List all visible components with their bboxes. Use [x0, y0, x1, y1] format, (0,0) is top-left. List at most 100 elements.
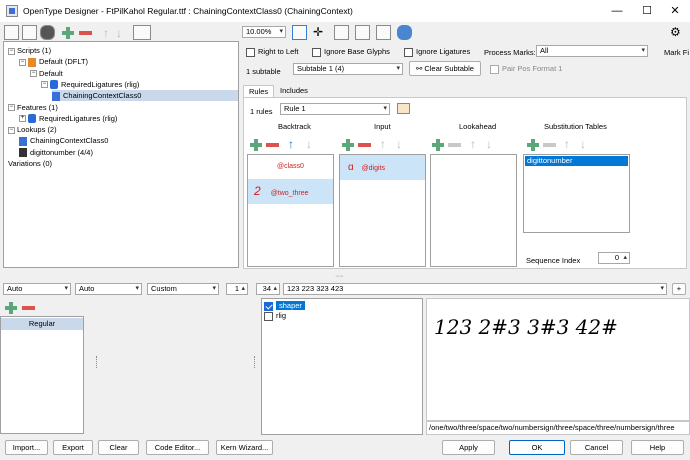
- feature-list[interactable]: shaper rlig: [261, 298, 423, 435]
- size-b-input[interactable]: 34 ▴: [256, 283, 280, 295]
- input-list[interactable]: ɑ @digits: [339, 154, 426, 267]
- app-icon: [6, 5, 18, 17]
- ignore-base-checkbox[interactable]: [312, 47, 321, 57]
- shaper-checkbox[interactable]: [264, 301, 273, 311]
- backtrack-remove-icon[interactable]: [266, 143, 279, 147]
- collapse-icon[interactable]: −: [8, 126, 15, 134]
- tree-item[interactable]: + RequiredLigatures (rlig): [19, 113, 117, 124]
- backtrack-add-icon[interactable]: [250, 139, 262, 151]
- list-icon[interactable]: [355, 25, 370, 40]
- backtrack-item-selected[interactable]: 2 @two_three: [248, 179, 333, 204]
- apply-button[interactable]: Apply: [442, 440, 495, 455]
- splitter-left[interactable]: [96, 356, 98, 368]
- tree-item[interactable]: − Features (1): [8, 102, 58, 113]
- binoculars-icon[interactable]: [40, 25, 55, 40]
- grid-icon[interactable]: [334, 25, 349, 40]
- fit-icon[interactable]: [292, 25, 307, 40]
- input-down-icon[interactable]: ↓: [396, 138, 402, 150]
- kern-wizard-button[interactable]: Kern Wizard...: [216, 440, 273, 455]
- clear-subtable-button[interactable]: ⚯ Clear Subtable: [409, 61, 481, 76]
- input-remove-icon[interactable]: [358, 143, 371, 147]
- subst-add-icon[interactable]: [527, 139, 539, 151]
- style-remove-icon[interactable]: [22, 306, 35, 310]
- ignore-base-option[interactable]: Ignore Base Glyphs: [312, 47, 390, 57]
- rule-edit-icon[interactable]: [397, 103, 410, 114]
- expand-icon[interactable]: +: [19, 115, 26, 123]
- view-menu-icon[interactable]: [133, 25, 151, 40]
- splitter-middle[interactable]: [254, 356, 256, 368]
- remove-icon[interactable]: [79, 30, 92, 35]
- collapse-icon[interactable]: −: [8, 104, 15, 112]
- tree-item[interactable]: − Scripts (1): [8, 45, 51, 56]
- tree-item[interactable]: Variations (0): [8, 158, 52, 169]
- tree-item[interactable]: − Default (DFLT): [19, 56, 88, 67]
- rlig-checkbox[interactable]: [264, 311, 273, 321]
- text-icon[interactable]: [376, 25, 391, 40]
- lookahead-list[interactable]: [430, 154, 517, 267]
- backtrack-item[interactable]: @class0: [250, 161, 332, 173]
- splitter-handle[interactable]: ······: [335, 273, 344, 280]
- collapse-icon[interactable]: −: [41, 81, 48, 89]
- preview-text-input[interactable]: 123 223 323 423 ▾: [283, 283, 667, 295]
- clear-button[interactable]: Clear: [98, 440, 139, 455]
- collapse-icon[interactable]: −: [19, 58, 26, 66]
- input-up-icon[interactable]: ↑: [380, 138, 386, 150]
- maximize-button[interactable]: ☐: [632, 0, 662, 22]
- sequence-index-input[interactable]: 0 ▴: [598, 252, 630, 264]
- help-button[interactable]: Help: [631, 440, 684, 455]
- substitution-item-selected[interactable]: digittonumber: [525, 156, 628, 166]
- ignore-ligatures-option[interactable]: Ignore Ligatures: [404, 47, 470, 57]
- import-button[interactable]: Import...: [5, 440, 48, 455]
- new-feature-icon[interactable]: [22, 25, 37, 40]
- feature-item-shaper[interactable]: shaper: [264, 301, 305, 311]
- glyph-path-field[interactable]: /one/two/three/space/two/numbersign/thre…: [426, 421, 690, 435]
- tree-item[interactable]: − Lookups (2): [8, 124, 57, 135]
- script-select[interactable]: Auto ▾: [3, 283, 71, 295]
- ok-button[interactable]: OK: [509, 440, 565, 455]
- input-item-selected[interactable]: ɑ @digits: [340, 155, 425, 180]
- tree-item[interactable]: ChainingContextClass0: [19, 135, 108, 146]
- move-down-icon[interactable]: ↓: [116, 27, 122, 39]
- substitution-list[interactable]: digittonumber: [523, 154, 630, 233]
- backtrack-up-icon[interactable]: ↑: [288, 138, 294, 150]
- collapse-icon[interactable]: −: [8, 47, 15, 55]
- language-select[interactable]: Auto ▾: [75, 283, 142, 295]
- lookahead-add-icon[interactable]: [432, 139, 444, 151]
- right-to-left-option[interactable]: Right to Left: [246, 47, 298, 57]
- add-icon[interactable]: [62, 26, 74, 39]
- cancel-button[interactable]: Cancel: [570, 440, 623, 455]
- export-button[interactable]: Export: [53, 440, 93, 455]
- subtable-select[interactable]: Subtable 1 (4) ▾: [293, 63, 403, 75]
- close-button[interactable]: ✕: [660, 0, 690, 22]
- backtrack-list[interactable]: @class0 2 @two_three: [247, 154, 334, 267]
- rule-select[interactable]: Rule 1 ▾: [280, 103, 390, 115]
- ignore-ligatures-checkbox[interactable]: [404, 47, 413, 57]
- process-marks-select[interactable]: All ▾: [536, 45, 648, 57]
- tree-item[interactable]: ChainingContextClass0: [52, 90, 238, 102]
- settings-gear-icon[interactable]: ⚙: [670, 25, 681, 39]
- move-up-icon[interactable]: ↑: [103, 27, 109, 39]
- backtrack-down-icon[interactable]: ↓: [306, 138, 312, 150]
- tab-includes[interactable]: Includes: [275, 85, 313, 97]
- style-add-icon[interactable]: [5, 302, 17, 314]
- input-add-icon[interactable]: [342, 139, 354, 151]
- tree-item[interactable]: − RequiredLigatures (rlig): [41, 79, 139, 90]
- feature-item-rlig[interactable]: rlig: [264, 311, 286, 321]
- cloud-icon[interactable]: [397, 25, 412, 40]
- new-script-icon[interactable]: [4, 25, 19, 40]
- right-to-left-checkbox[interactable]: [246, 47, 255, 57]
- tab-rules[interactable]: Rules: [243, 85, 275, 97]
- tree-item[interactable]: − Default: [30, 68, 63, 79]
- code-editor-button[interactable]: Code Editor...: [146, 440, 209, 455]
- collapse-icon[interactable]: −: [30, 70, 37, 78]
- zoom-select[interactable]: 10.00% ▾: [242, 26, 286, 38]
- crosshair-icon[interactable]: ✛: [313, 25, 328, 40]
- lookup-icon: [19, 136, 27, 146]
- style-item-selected[interactable]: Regular: [1, 318, 83, 330]
- minimize-button[interactable]: —: [602, 0, 632, 22]
- size-a-input[interactable]: 1 ▴: [226, 283, 248, 295]
- style-list[interactable]: Regular: [0, 316, 84, 434]
- add-preview-button[interactable]: +: [672, 283, 686, 295]
- tree-item[interactable]: digittonumber (4/4): [19, 147, 93, 158]
- mode-select[interactable]: Custom ▾: [147, 283, 219, 295]
